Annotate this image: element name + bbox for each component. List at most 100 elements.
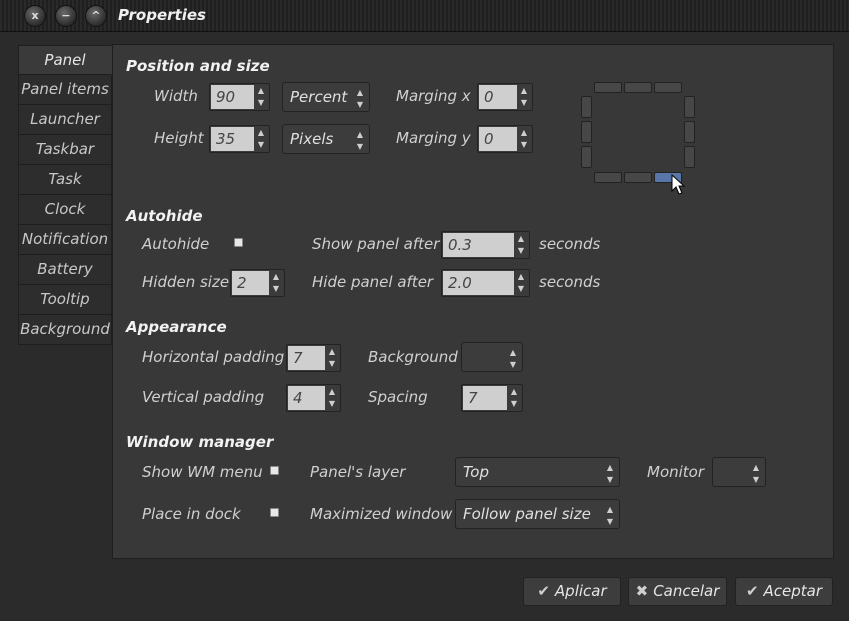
show-wm-menu-label: Show WM menu [142, 463, 263, 481]
width-label: Width [154, 87, 198, 105]
marging-x-spinbox[interactable]: 0 ▲ ▼ [477, 83, 533, 111]
width-spinbox[interactable]: 90 ▲ ▼ [209, 83, 270, 111]
hide-after-spinbox[interactable]: 2.0 ▲ ▼ [441, 269, 530, 297]
tab-tooltip[interactable]: Tooltip [18, 285, 112, 315]
position-bottom-left[interactable] [594, 172, 622, 183]
tab-taskbar[interactable]: Taskbar [18, 135, 112, 165]
tab-list: Panel Panel items Launcher Taskbar Task … [18, 45, 112, 345]
spin-arrows-icon[interactable]: ▲ ▼ [253, 126, 269, 152]
show-after-spinbox[interactable]: 0.3 ▲ ▼ [441, 231, 530, 259]
spin-arrows-icon[interactable]: ▲ ▼ [253, 84, 269, 110]
cancel-button[interactable]: ✖ Cancelar [628, 577, 727, 606]
marging-y-spinbox[interactable]: 0 ▲ ▼ [477, 125, 533, 153]
spin-arrows-icon[interactable]: ▲ ▼ [516, 126, 532, 152]
hide-after-label: Hide panel after [312, 273, 434, 291]
show-wm-menu-checkbox[interactable] [270, 466, 279, 475]
horizontal-padding-value: 7 [288, 346, 325, 370]
show-after-value: 0.3 [443, 233, 514, 257]
apply-button[interactable]: ✔ Aplicar [523, 577, 621, 606]
place-in-dock-checkbox[interactable] [270, 508, 279, 517]
maximize-icon[interactable]: ^ [85, 5, 107, 27]
tab-battery[interactable]: Battery [18, 255, 112, 285]
tab-clock[interactable]: Clock [18, 195, 112, 225]
show-after-unit: seconds [539, 235, 601, 253]
check-icon: ✔ [537, 582, 550, 600]
show-after-label: Show panel after [312, 235, 440, 253]
spin-arrows-icon[interactable]: ▲ ▼ [324, 385, 340, 411]
height-unit-value: Pixels [290, 130, 334, 148]
minimize-icon[interactable]: − [55, 5, 77, 27]
spacing-label: Spacing [368, 388, 428, 406]
background-label: Background [368, 348, 458, 366]
section-autohide: Autohide [126, 207, 203, 225]
maximized-window-label: Maximized window [310, 505, 453, 523]
position-bottom-center[interactable] [624, 172, 652, 183]
tab-panel[interactable]: Panel [18, 45, 112, 75]
spin-arrows-icon[interactable]: ▲ ▼ [513, 270, 529, 296]
vertical-padding-value: 4 [288, 386, 325, 410]
width-unit-select[interactable]: Percent ▲ ▼ [282, 82, 370, 112]
combo-arrows-icon: ▲ ▼ [356, 130, 363, 151]
background-select[interactable]: ▲ ▼ [461, 342, 523, 372]
position-top-right[interactable] [654, 82, 682, 93]
close-icon: ✖ [635, 582, 649, 600]
position-right-bottom[interactable] [684, 146, 695, 168]
hidden-size-spinbox[interactable]: 2 ▲ ▼ [230, 269, 285, 297]
spin-arrows-icon[interactable]: ▲ ▼ [506, 385, 522, 411]
section-window-manager: Window manager [126, 433, 274, 451]
panel-layer-label: Panel's layer [310, 463, 406, 481]
position-left-top[interactable] [581, 96, 592, 118]
position-top-center[interactable] [624, 82, 652, 93]
hidden-size-value: 2 [232, 271, 269, 295]
autohide-checkbox[interactable] [234, 238, 243, 247]
hide-after-unit: seconds [539, 273, 601, 291]
combo-arrows-icon: ▲ ▼ [606, 463, 613, 484]
horizontal-padding-spinbox[interactable]: 7 ▲ ▼ [286, 344, 341, 372]
width-value: 90 [211, 85, 254, 109]
autohide-label: Autohide [142, 235, 210, 253]
panel-layer-select[interactable]: Top ▲ ▼ [455, 457, 620, 487]
maximized-window-select[interactable]: Follow panel size ▲ ▼ [455, 499, 620, 529]
spacing-spinbox[interactable]: 7 ▲ ▼ [461, 384, 523, 412]
height-value: 35 [211, 127, 254, 151]
section-appearance: Appearance [126, 318, 227, 336]
spin-arrows-icon[interactable]: ▲ ▼ [268, 270, 284, 296]
vertical-padding-spinbox[interactable]: 4 ▲ ▼ [286, 384, 341, 412]
tab-notification[interactable]: Notification [18, 225, 112, 255]
horizontal-padding-label: Horizontal padding [142, 348, 285, 366]
ok-button[interactable]: ✔ Aceptar [735, 577, 833, 606]
panel-layer-value: Top [463, 463, 490, 481]
tab-task[interactable]: Task [18, 165, 112, 195]
spin-arrows-icon[interactable]: ▲ ▼ [516, 84, 532, 110]
marging-y-label: Marging y [396, 129, 471, 147]
marging-x-value: 0 [479, 85, 517, 109]
monitor-label: Monitor [647, 463, 705, 481]
height-label: Height [154, 129, 204, 147]
window-title: Properties [118, 6, 206, 24]
combo-arrows-icon: ▲ ▼ [606, 505, 613, 526]
position-left-center[interactable] [581, 121, 592, 143]
place-in-dock-label: Place in dock [142, 505, 241, 523]
height-unit-select[interactable]: Pixels ▲ ▼ [282, 124, 370, 154]
spin-arrows-icon[interactable]: ▲ ▼ [324, 345, 340, 371]
combo-arrows-icon: ▲ ▼ [509, 348, 516, 369]
close-icon[interactable]: x [24, 5, 46, 27]
position-right-center[interactable] [684, 121, 695, 143]
position-right-top[interactable] [684, 96, 695, 118]
spin-arrows-icon[interactable]: ▲ ▼ [513, 232, 529, 258]
position-left-bottom[interactable] [581, 146, 592, 168]
cancel-label: Cancelar [653, 582, 720, 600]
height-spinbox[interactable]: 35 ▲ ▼ [209, 125, 270, 153]
hide-after-value: 2.0 [443, 271, 514, 295]
tab-panel-items[interactable]: Panel items [18, 75, 112, 105]
combo-arrows-icon: ▲ ▼ [752, 463, 759, 484]
marging-x-label: Marging x [396, 87, 471, 105]
mouse-cursor-icon [671, 174, 686, 195]
hidden-size-label: Hidden size [142, 273, 230, 291]
tab-background[interactable]: Background [18, 315, 112, 345]
section-position-size: Position and size [126, 57, 270, 75]
tab-launcher[interactable]: Launcher [18, 105, 112, 135]
width-unit-value: Percent [290, 88, 348, 106]
position-top-left[interactable] [594, 82, 622, 93]
monitor-select[interactable]: ▲ ▼ [712, 457, 766, 487]
